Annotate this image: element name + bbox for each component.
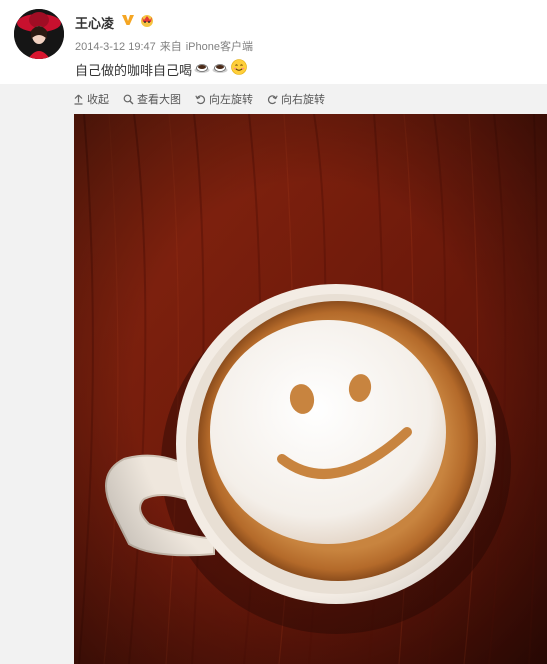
view-large-label: 查看大图 xyxy=(137,94,181,106)
rotate-right-label: 向右旋转 xyxy=(281,94,325,106)
rotate-left-icon xyxy=(195,94,206,104)
rotate-right-button[interactable]: 向右旋转 xyxy=(267,91,325,107)
rotate-right-icon xyxy=(267,94,278,104)
post-header: 王心凌 2014-3-12 19:47 来自 iPhone客户端 自己做的咖啡自己喝 xyxy=(0,0,547,84)
coffee-emoji-icon xyxy=(212,64,228,73)
source-prefix: 来自 xyxy=(159,41,182,53)
image-toolbar: 收起 查看大图 向左旋转 向右旋转 xyxy=(73,92,325,106)
post-timestamp[interactable]: 2014-3-12 19:47 xyxy=(75,41,156,53)
coffee-emoji-icon xyxy=(194,64,210,73)
magnifier-icon xyxy=(123,94,134,104)
arrow-up-icon xyxy=(74,94,83,105)
rotate-left-label: 向左旋转 xyxy=(209,94,253,106)
collapse-label: 收起 xyxy=(87,94,109,106)
rotate-left-button[interactable]: 向左旋转 xyxy=(195,91,253,107)
collapse-button[interactable]: 收起 xyxy=(73,91,109,107)
crown-member-icon[interactable] xyxy=(139,12,155,28)
post-text: 自己做的咖啡自己喝 xyxy=(75,63,193,78)
username[interactable]: 王心凌 xyxy=(75,13,114,32)
post-photo[interactable] xyxy=(74,114,547,664)
post-meta: 2014-3-12 19:47 来自 iPhone客户端 xyxy=(75,38,257,54)
vip-v-icon[interactable] xyxy=(121,13,135,27)
view-large-button[interactable]: 查看大图 xyxy=(123,91,181,107)
latte-art-photo xyxy=(74,114,547,664)
smile-emoji-icon xyxy=(231,59,247,75)
avatar[interactable] xyxy=(14,9,64,59)
post-source[interactable]: iPhone客户端 xyxy=(186,41,253,53)
